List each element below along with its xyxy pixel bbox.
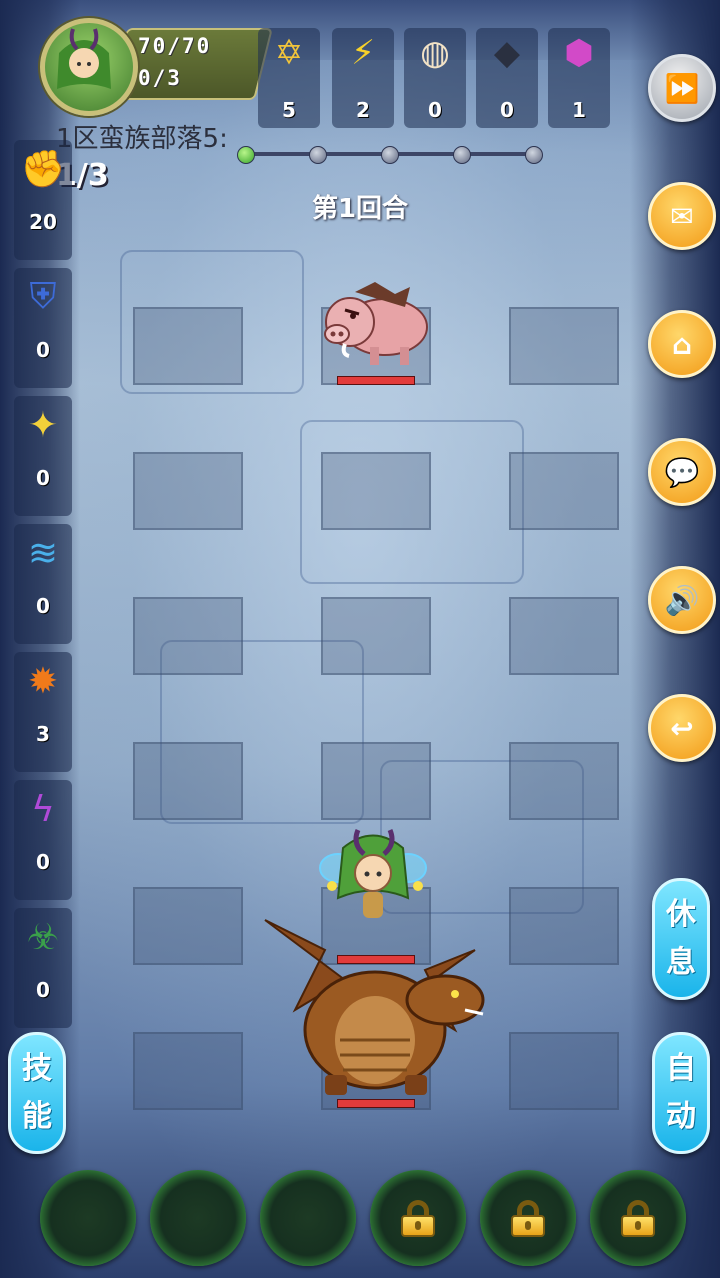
enemy-boar[interactable] [315, 272, 435, 372]
auto-button[interactable]: 自 动 [652, 1032, 710, 1154]
round-label: 第1回合 [311, 194, 409, 224]
locked-skill-slot[interactable] [480, 1170, 576, 1266]
crystal-icon: ⬢ [564, 33, 594, 73]
holy-light-icon: ✦ [27, 404, 59, 446]
item-slot[interactable]: ≋ 0 [14, 524, 72, 644]
item-count: 0 [36, 338, 50, 362]
grid-cell[interactable] [133, 452, 243, 530]
fast-forward-button[interactable]: ⏩ [648, 54, 716, 122]
shield-icon: ⛨ [29, 276, 57, 317]
progress-node [525, 146, 543, 164]
lock-icon [621, 1200, 655, 1237]
resource-slot: ⬢ 1 [548, 28, 610, 128]
sound-icon: 🔊 [664, 583, 700, 617]
return-button[interactable]: ↩ [648, 694, 716, 762]
return-icon: ↩ [670, 711, 694, 745]
grid-cell[interactable] [509, 742, 619, 820]
dragon-health-bar [337, 1099, 415, 1108]
fireball-icon: ✹ [27, 660, 59, 702]
resource-slot: ◆ 0 [476, 28, 538, 128]
progress-node [381, 146, 399, 164]
item-slot[interactable]: ✹ 3 [14, 652, 72, 772]
grid-cell[interactable] [509, 887, 619, 965]
poison-icon: ☣ [26, 916, 60, 958]
item-slot[interactable]: ☣ 0 [14, 908, 72, 1028]
gold-coin-icon: ✡ [274, 33, 304, 73]
player-avatar[interactable] [40, 18, 138, 116]
item-count: 0 [36, 594, 50, 618]
item-count: 3 [36, 722, 50, 746]
item-count: 0 [36, 978, 50, 1002]
fist-icon: ✊ [20, 149, 66, 190]
item-slot[interactable]: ✊ 20 [14, 140, 72, 260]
resource-slot: ⚡ 2 [332, 28, 394, 128]
progress-node [237, 146, 255, 164]
sound-button[interactable]: 🔊 [648, 566, 716, 634]
progress-node [309, 146, 327, 164]
lock-icon [401, 1200, 435, 1237]
lightning-icon: ⚡ [351, 33, 375, 73]
grid-cell[interactable] [509, 452, 619, 530]
grid-cell[interactable] [509, 1032, 619, 1110]
grid-cell[interactable] [509, 307, 619, 385]
item-count: 0 [36, 850, 50, 874]
rest-button[interactable]: 休 息 [652, 878, 710, 1000]
resource-value: 5 [282, 98, 296, 122]
mail-icon: ✉ [670, 199, 694, 233]
chat-button[interactable]: 💬 [648, 438, 716, 506]
skill-button[interactable]: 技 能 [8, 1032, 66, 1154]
home-button[interactable]: ⌂ [648, 310, 716, 378]
grid-cell[interactable] [321, 452, 431, 530]
item-slot[interactable]: ϟ0 [14, 780, 72, 900]
item-count: 20 [29, 210, 57, 234]
grid-cell[interactable] [133, 307, 243, 385]
grid-cell[interactable] [133, 742, 243, 820]
grid-cell[interactable] [133, 887, 243, 965]
progress-node [453, 146, 471, 164]
grid-cell[interactable] [321, 742, 431, 820]
item-slot[interactable]: ✦ 0 [14, 396, 72, 516]
fast-forward-icon: ⏩ [664, 71, 700, 105]
chat-icon: 💬 [664, 455, 700, 489]
skill-slot[interactable] [260, 1170, 356, 1266]
water-wave-icon: ≋ [27, 532, 59, 574]
player-sub-text: 0/3 [138, 66, 182, 90]
grid-cell[interactable] [321, 597, 431, 675]
grid-cell[interactable] [509, 597, 619, 675]
resource-slot: ◍ 0 [404, 28, 466, 128]
item-count: 0 [36, 466, 50, 490]
bun-icon: ◍ [420, 33, 450, 73]
item-slot[interactable]: ⛨ 0 [14, 268, 72, 388]
resource-value: 2 [356, 98, 370, 122]
stage-name: 1区蛮族部落5: [56, 124, 228, 154]
grid-cell[interactable] [133, 1032, 243, 1110]
mail-button[interactable]: ✉ [648, 182, 716, 250]
resource-value: 0 [500, 98, 514, 122]
ore-icon: ◆ [493, 33, 521, 73]
skill-slot[interactable] [150, 1170, 246, 1266]
home-icon: ⌂ [671, 327, 693, 361]
locked-skill-slot[interactable] [590, 1170, 686, 1266]
player-hp-text: 70/70 [138, 34, 212, 58]
locked-skill-slot[interactable] [370, 1170, 466, 1266]
skill-slot[interactable] [40, 1170, 136, 1266]
resource-value: 1 [572, 98, 586, 122]
grid-cell[interactable] [133, 597, 243, 675]
lock-icon [511, 1200, 545, 1237]
rider-health-bar [337, 955, 415, 964]
resource-value: 0 [428, 98, 442, 122]
resource-slot: ✡ 5 [258, 28, 320, 128]
enemy-health-bar [337, 376, 415, 385]
player-rider[interactable] [318, 828, 428, 938]
lightning-rune-icon: ϟ [31, 788, 55, 830]
